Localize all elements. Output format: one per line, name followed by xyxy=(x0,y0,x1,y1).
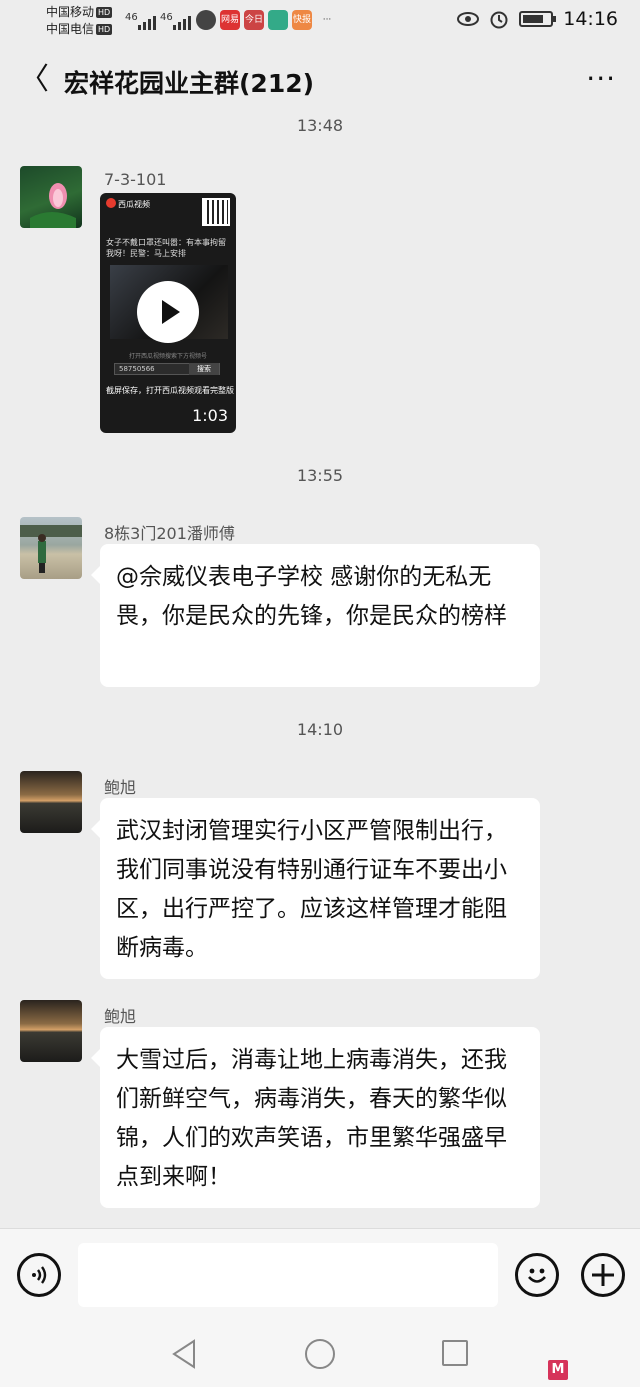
carriers: 中国移动 HD 中国电信 HD xyxy=(46,4,113,38)
alarm-icon xyxy=(490,11,508,29)
clock: 14:16 xyxy=(563,8,618,30)
message-timestamp: 13:48 xyxy=(296,116,344,135)
nav-recent-apps-icon[interactable] xyxy=(442,1340,468,1366)
eye-icon xyxy=(457,12,480,26)
play-button[interactable] xyxy=(137,281,199,343)
avatar[interactable] xyxy=(20,1000,82,1062)
toutiao-icon: 今日 xyxy=(244,10,264,30)
signal-icon xyxy=(138,14,156,30)
message-bubble[interactable]: 武汉封闭管理实行小区严管限制出行，我们同事说没有特别通行证车不要出小区，出行严控… xyxy=(91,798,540,979)
smiley-face-icon xyxy=(528,1268,546,1283)
avatar[interactable] xyxy=(20,771,82,833)
hd-badge: HD xyxy=(96,24,113,35)
status-bar: 中国移动 HD 中国电信 HD 46 46 网易 今日 快报 ··· 14:16 xyxy=(0,0,640,46)
watermark-logo: M xyxy=(548,1360,568,1380)
message-bubble[interactable]: 大雪过后，消毒让地上病毒消失，还我们新鲜空气，病毒消失，春天的繁华似锦，人们的欢… xyxy=(91,1027,540,1208)
carrier-1: 中国移动 xyxy=(46,5,95,19)
network-type-2: 46 xyxy=(160,12,173,23)
battery-icon xyxy=(519,11,557,27)
person-photo-icon xyxy=(20,525,82,573)
more-notifications-icon: ··· xyxy=(322,15,332,25)
video-search-box: 搜索 58750566 xyxy=(114,363,220,375)
sender-name: 鲍旭 xyxy=(104,778,137,797)
video-brand: 西瓜视频 xyxy=(106,198,150,210)
sender-name: 鲍旭 xyxy=(104,1007,137,1026)
video-search-code: 58750566 xyxy=(119,365,155,373)
signal-icon xyxy=(173,14,191,30)
sender-name: 8栋3门201潘师傅 xyxy=(104,524,235,543)
plus-icon[interactable] xyxy=(581,1253,625,1297)
network-type-1: 46 xyxy=(125,12,138,23)
plus-sign-icon xyxy=(592,1264,614,1286)
avatar[interactable] xyxy=(20,517,82,579)
chat-header: 〈 宏祥花园业主群(212) ··· xyxy=(0,46,640,116)
chat-title: 宏祥花园业主群(212) xyxy=(64,69,315,98)
hd-badge: HD xyxy=(96,7,113,18)
xigua-logo-icon xyxy=(106,198,116,208)
status-right: 14:16 xyxy=(457,8,618,30)
message-timestamp: 13:55 xyxy=(296,466,344,485)
message-bubble[interactable]: @佘威仪表电子学校 感谢你的无私无畏，你是民众的先锋，你是民众的榜样 xyxy=(91,544,540,687)
back-button[interactable]: 〈 xyxy=(14,60,54,100)
video-brand-label: 西瓜视频 xyxy=(118,200,150,209)
news-app-icon: 网易 xyxy=(220,10,240,30)
video-search-button: 搜索 xyxy=(189,363,219,375)
message-input[interactable] xyxy=(78,1243,498,1307)
video-bottom-text: 截屏保存，打开西瓜视频观看完整版 xyxy=(106,386,234,395)
qr-code-icon xyxy=(202,198,230,226)
more-options-button[interactable]: ··· xyxy=(586,64,616,94)
carrier-2: 中国电信 xyxy=(46,22,95,36)
video-app-icon xyxy=(268,10,288,30)
voice-waves-icon xyxy=(32,1266,47,1284)
video-message[interactable]: 西瓜视频 女子不戴口罩还叫嚣：有本事拘留我呀！民警：马上安排 打开西瓜视频搜索下… xyxy=(100,193,236,433)
video-duration: 1:03 xyxy=(192,406,228,425)
input-bar xyxy=(0,1228,640,1322)
video-caption: 女子不戴口罩还叫嚣：有本事拘留我呀！民警：马上安排 xyxy=(106,238,226,258)
watermark: M xyxy=(548,1360,570,1380)
nav-home-icon[interactable] xyxy=(305,1339,335,1369)
emoji-icon[interactable] xyxy=(515,1253,559,1297)
nav-back-icon[interactable] xyxy=(170,1338,198,1370)
avatar[interactable] xyxy=(20,166,82,228)
message-icon xyxy=(196,10,216,30)
video-hint: 打开西瓜视频搜索下方视频号 xyxy=(128,353,207,360)
voice-icon[interactable] xyxy=(17,1253,61,1297)
sender-name: 7-3-101 xyxy=(104,170,167,189)
lotus-icon xyxy=(30,183,76,228)
notification-icons: 网易 今日 快报 ··· xyxy=(196,10,338,30)
message-timestamp: 14:10 xyxy=(296,720,344,739)
system-nav-bar xyxy=(0,1322,640,1387)
kuaibao-icon: 快报 xyxy=(292,10,312,30)
